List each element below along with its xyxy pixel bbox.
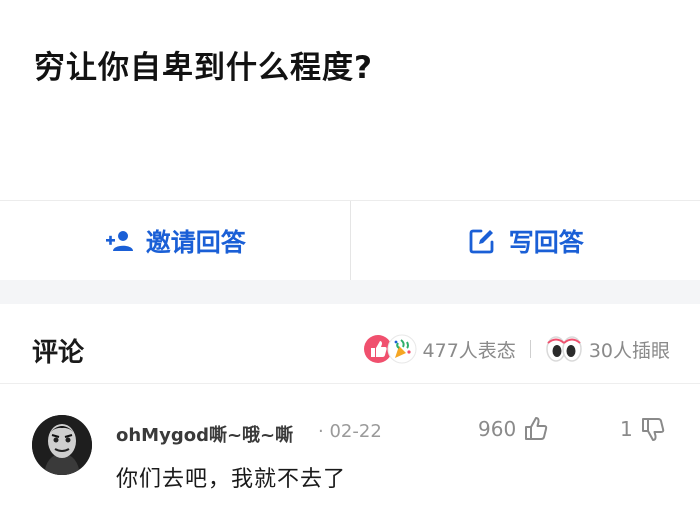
like-count: 960 xyxy=(478,417,517,441)
action-bar: 邀请回答 写回答 xyxy=(0,200,700,280)
section-separator xyxy=(0,280,700,304)
comment-text: 你们去吧，我就不去了 xyxy=(116,467,347,492)
dislike-count: 1 xyxy=(620,417,633,441)
write-answer-label: 写回答 xyxy=(508,227,584,257)
eyes-icon xyxy=(546,336,582,362)
comment-date-value: 02-22 xyxy=(329,421,382,442)
party-reaction-icon xyxy=(387,334,417,364)
comment-author[interactable]: ohMygod嘶~哦~嘶 xyxy=(116,421,293,447)
dislike-button[interactable]: 1 xyxy=(620,415,667,443)
eye-count: 30人插眼 xyxy=(588,339,670,362)
add-user-icon xyxy=(105,230,133,251)
like-button[interactable]: 960 xyxy=(478,415,550,443)
comment-item: ohMygod嘶~哦~嘶 · 02-22 960 1 你们去吧，我就不去了 xyxy=(0,385,700,516)
write-answer-button[interactable]: 写回答 xyxy=(349,201,700,280)
meta-separator: · xyxy=(318,421,324,442)
comments-title: 评论 xyxy=(32,338,85,368)
question-header: 穷让你自卑到什么程度? xyxy=(0,0,700,196)
reactions-summary[interactable]: 477人表态 30人插眼 xyxy=(363,334,670,364)
like-icon xyxy=(525,417,548,440)
comments-header: 评论 477人表态 30人插眼 xyxy=(0,304,700,384)
invite-answer-label: 邀请回答 xyxy=(145,227,246,257)
divider xyxy=(529,340,531,358)
reactions-count: 477人表态 xyxy=(422,339,516,362)
dislike-icon xyxy=(641,418,664,441)
question-title: 穷让你自卑到什么程度? xyxy=(34,50,373,86)
avatar[interactable] xyxy=(32,415,92,475)
comment-date: · 02-22 xyxy=(318,421,382,442)
reaction-icons xyxy=(363,334,417,364)
avatar-image xyxy=(32,415,92,475)
edit-icon xyxy=(469,229,494,253)
invite-answer-button[interactable]: 邀请回答 xyxy=(0,201,350,280)
